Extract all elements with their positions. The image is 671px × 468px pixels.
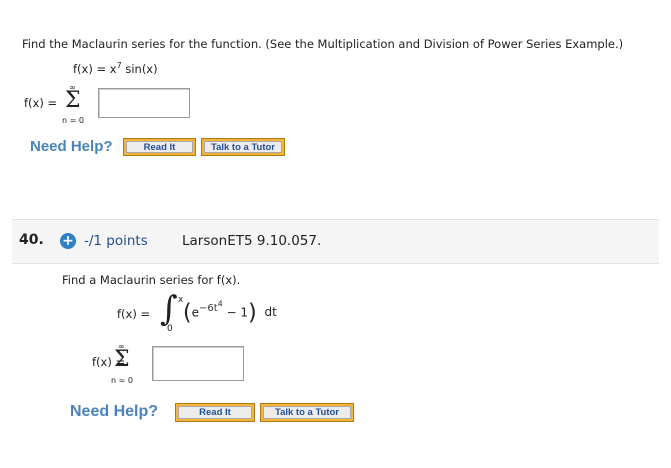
q39-answer-field[interactable]	[98, 88, 190, 118]
q40-talk-tutor-button[interactable]: Talk to a Tutor	[260, 403, 354, 422]
q40-prompt: Find a Maclaurin series for f(x).	[62, 273, 241, 287]
q40-int-lower: 0	[167, 324, 173, 334]
q40-number: 40.	[19, 232, 44, 248]
q40-exp: −6t	[198, 303, 218, 315]
q40-need-help-label: Need Help?	[70, 403, 159, 420]
q39-series-lhs: f(x) =	[24, 96, 58, 110]
q39-function-rhs: sin(x)	[121, 61, 158, 76]
plus-icon[interactable]: +	[60, 233, 76, 249]
q39-prompt: Find the Maclaurin series for the functi…	[22, 37, 624, 51]
q39-function-lhs: f(x) = x	[73, 61, 117, 76]
q39-need-help-label: Need Help?	[30, 138, 113, 155]
q40-base: e	[191, 305, 199, 320]
q40-sum-lower: n = 0	[111, 376, 133, 385]
q39-read-it-label: Read It	[126, 141, 193, 153]
q40-int-lhs: f(x) =	[117, 307, 151, 321]
q39-talk-tutor-button[interactable]: Talk to a Tutor	[201, 138, 285, 156]
q39-sum-symbol: Σ	[65, 88, 81, 113]
q40-minus-one: − 1	[222, 305, 249, 320]
q40-integrand: (e−6t4 − 1) dt	[183, 300, 277, 325]
q40-sum-symbol: Σ	[114, 347, 130, 372]
q40-points: -/1 points	[84, 233, 148, 249]
q40-dt: dt	[264, 305, 277, 320]
q40-talk-tutor-label: Talk to a Tutor	[263, 406, 351, 419]
q40-answer-field[interactable]	[152, 346, 244, 381]
q39-function: f(x) = x7 sin(x)	[73, 61, 158, 76]
q40-rparen: )	[248, 300, 257, 326]
q40-read-it-button[interactable]: Read It	[175, 403, 255, 422]
q40-read-it-label: Read It	[178, 406, 252, 419]
q39-sum-lower: n = 0	[62, 116, 84, 125]
q39-read-it-button[interactable]: Read It	[123, 138, 196, 156]
q40-source: LarsonET5 9.10.057.	[182, 233, 322, 249]
q40-lparen: (	[183, 300, 192, 326]
q39-talk-tutor-label: Talk to a Tutor	[204, 141, 282, 153]
q40-int-symbol: ∫	[160, 289, 178, 329]
